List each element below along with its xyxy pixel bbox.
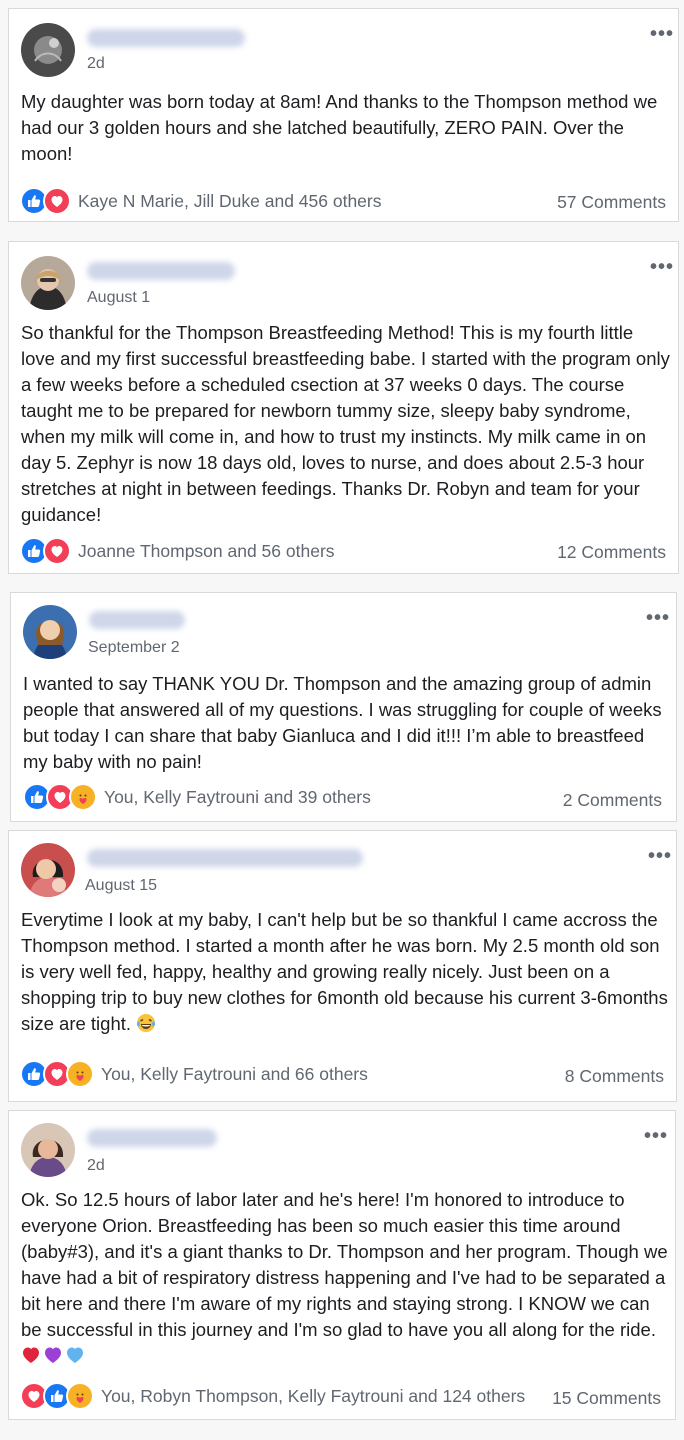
post-body: Everytime I look at my baby, I can't hel…	[21, 907, 671, 1040]
reactions-text[interactable]: Kaye N Marie, Jill Duke and 456 others	[78, 191, 381, 212]
post-card: 2d ••• My daughter was born today at 8am…	[8, 8, 679, 222]
comments-count[interactable]: 15 Comments	[552, 1388, 661, 1409]
reactions-summary[interactable]: Joanne Thompson and 56 others	[20, 537, 335, 565]
avatar[interactable]	[23, 605, 77, 659]
reactions-summary[interactable]: You, Kelly Faytrouni and 39 others	[23, 783, 371, 811]
more-options-icon[interactable]: •••	[646, 608, 670, 628]
avatar[interactable]	[21, 23, 75, 77]
laughing-tears-emoji	[136, 1013, 156, 1040]
avatar[interactable]	[21, 1123, 75, 1177]
more-options-icon[interactable]: •••	[650, 257, 674, 277]
care-icon	[69, 783, 97, 811]
post-date[interactable]: 2d	[87, 1157, 105, 1175]
more-options-icon[interactable]: •••	[644, 1126, 668, 1146]
reactions-summary[interactable]: You, Robyn Thompson, Kelly Faytrouni and…	[20, 1382, 525, 1410]
author-name-blurred[interactable]	[87, 1129, 217, 1147]
avatar[interactable]	[21, 256, 75, 310]
post-card: August 1 ••• So thankful for the Thompso…	[8, 241, 679, 574]
post-body: So thankful for the Thompson Breastfeedi…	[21, 322, 670, 525]
author-name-blurred[interactable]	[87, 849, 363, 867]
post-body-text: Everytime I look at my baby, I can't hel…	[21, 909, 668, 1034]
comments-count[interactable]: 2 Comments	[563, 790, 662, 811]
comments-count[interactable]: 57 Comments	[557, 192, 666, 213]
more-options-icon[interactable]: •••	[648, 846, 672, 866]
post-body-text: Ok. So 12.5 hours of labor later and he'…	[21, 1189, 668, 1340]
post-date[interactable]: September 2	[88, 639, 180, 657]
love-icon	[43, 537, 71, 565]
care-icon	[66, 1060, 94, 1088]
more-options-icon[interactable]: •••	[650, 24, 674, 44]
post-card: 2d ••• Ok. So 12.5 hours of labor later …	[8, 1110, 676, 1420]
red-heart-emoji	[21, 1345, 41, 1365]
post-body: Ok. So 12.5 hours of labor later and he'…	[21, 1187, 671, 1369]
post-body: My daughter was born today at 8am! And t…	[21, 91, 658, 164]
reactions-summary[interactable]: Kaye N Marie, Jill Duke and 456 others	[20, 187, 381, 215]
care-icon	[66, 1382, 94, 1410]
reactions-text[interactable]: You, Kelly Faytrouni and 66 others	[101, 1064, 368, 1085]
reactions-text[interactable]: Joanne Thompson and 56 others	[78, 541, 335, 562]
reactions-summary[interactable]: You, Kelly Faytrouni and 66 others	[20, 1060, 368, 1088]
love-icon	[43, 187, 71, 215]
avatar[interactable]	[21, 843, 75, 897]
post-date[interactable]: 2d	[87, 55, 105, 73]
author-name-blurred[interactable]	[87, 29, 245, 47]
post-card: September 2 ••• I wanted to say THANK YO…	[10, 592, 677, 822]
author-name-blurred[interactable]	[89, 611, 185, 629]
purple-heart-emoji	[43, 1345, 63, 1365]
post-date[interactable]: August 15	[85, 877, 157, 895]
comments-count[interactable]: 12 Comments	[557, 542, 666, 563]
reactions-text[interactable]: You, Robyn Thompson, Kelly Faytrouni and…	[101, 1386, 525, 1407]
post-body: I wanted to say THANK YOU Dr. Thompson a…	[23, 673, 662, 772]
post-date[interactable]: August 1	[87, 289, 150, 307]
reactions-text[interactable]: You, Kelly Faytrouni and 39 others	[104, 787, 371, 808]
post-card: August 15 ••• Everytime I look at my bab…	[8, 830, 677, 1102]
author-name-blurred[interactable]	[87, 262, 235, 280]
comments-count[interactable]: 8 Comments	[565, 1066, 664, 1087]
blue-heart-emoji	[65, 1345, 85, 1365]
